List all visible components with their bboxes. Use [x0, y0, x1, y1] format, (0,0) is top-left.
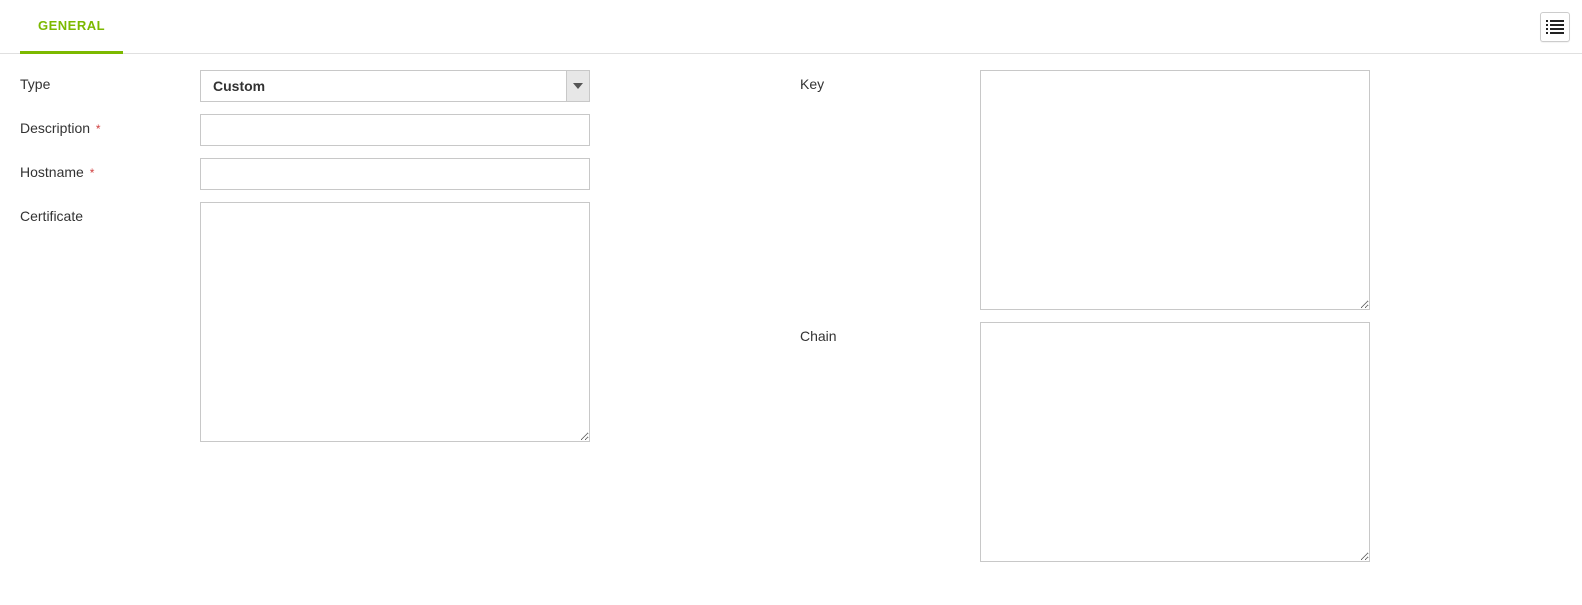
- label-type: Type: [20, 70, 200, 92]
- list-view-button[interactable]: [1540, 12, 1570, 42]
- label-type-text: Type: [20, 76, 50, 92]
- type-select[interactable]: Custom: [200, 70, 590, 102]
- hostname-input[interactable]: [200, 158, 590, 190]
- tab-general-label: GENERAL: [38, 18, 105, 33]
- label-description: Description *: [20, 114, 200, 136]
- label-certificate: Certificate: [20, 202, 200, 224]
- label-key: Key: [800, 70, 980, 92]
- required-marker: *: [90, 166, 95, 180]
- label-description-text: Description: [20, 120, 90, 136]
- certificate-textarea[interactable]: [200, 202, 590, 442]
- tab-general[interactable]: GENERAL: [20, 1, 123, 54]
- row-key: Key: [800, 70, 1370, 310]
- row-chain: Chain: [800, 322, 1370, 562]
- chain-textarea[interactable]: [980, 322, 1370, 562]
- row-description: Description *: [20, 114, 590, 146]
- form-column-left: Type Custom Description * Hostname *: [20, 70, 590, 562]
- required-marker: *: [96, 122, 101, 136]
- form-column-right: Key Chain: [800, 70, 1370, 562]
- type-select-value: Custom: [201, 71, 566, 101]
- label-hostname-text: Hostname: [20, 164, 84, 180]
- row-type: Type Custom: [20, 70, 590, 102]
- label-hostname: Hostname *: [20, 158, 200, 180]
- chevron-down-icon: [566, 71, 589, 101]
- key-textarea[interactable]: [980, 70, 1370, 310]
- label-chain-text: Chain: [800, 328, 837, 344]
- list-icon: [1546, 20, 1564, 34]
- label-certificate-text: Certificate: [20, 208, 83, 224]
- row-certificate: Certificate: [20, 202, 590, 442]
- label-chain: Chain: [800, 322, 980, 344]
- label-key-text: Key: [800, 76, 824, 92]
- tab-bar: GENERAL: [0, 0, 1582, 54]
- form-area: Type Custom Description * Hostname *: [0, 54, 1582, 602]
- row-hostname: Hostname *: [20, 158, 590, 190]
- description-input[interactable]: [200, 114, 590, 146]
